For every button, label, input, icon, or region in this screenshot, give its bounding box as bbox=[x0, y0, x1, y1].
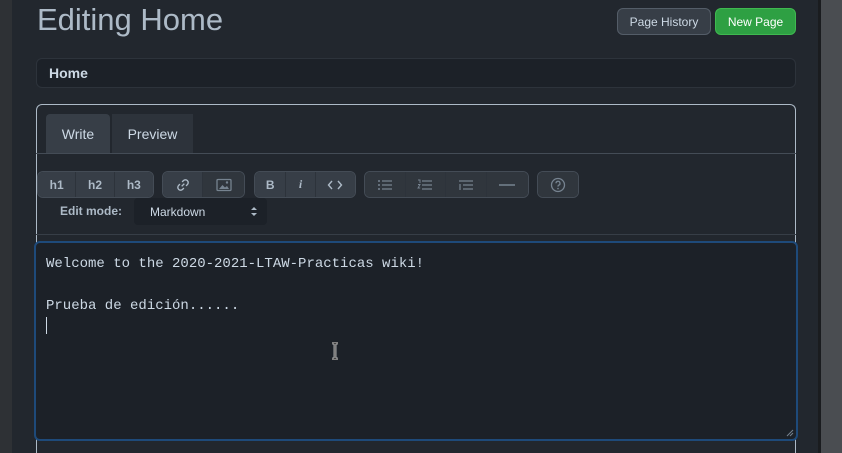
unordered-list-icon bbox=[377, 179, 392, 190]
content-line-current bbox=[46, 317, 786, 338]
select-arrows-icon bbox=[251, 207, 257, 216]
ibeam-cursor-icon bbox=[332, 342, 338, 360]
ordered-list-icon bbox=[417, 179, 433, 190]
task-list-button[interactable] bbox=[446, 172, 487, 197]
italic-button[interactable]: i bbox=[286, 172, 316, 197]
horizontal-rule-icon bbox=[499, 183, 516, 186]
edit-mode-value: Markdown bbox=[150, 204, 206, 219]
tab-preview[interactable]: Preview bbox=[112, 114, 193, 154]
insert-buttons-group bbox=[162, 171, 245, 198]
content-line: Prueba de edición...... bbox=[46, 298, 240, 314]
h3-button[interactable]: h3 bbox=[114, 172, 153, 197]
code-button[interactable] bbox=[315, 172, 355, 197]
image-button[interactable] bbox=[203, 172, 244, 197]
bold-button[interactable]: B bbox=[255, 172, 287, 197]
window-right-edge bbox=[818, 0, 842, 453]
new-page-button[interactable]: New Page bbox=[715, 8, 796, 35]
tab-write[interactable]: Write bbox=[46, 114, 110, 154]
window-left-edge bbox=[0, 0, 12, 453]
window-right-border bbox=[818, 0, 821, 453]
help-icon bbox=[550, 177, 566, 192]
h2-button[interactable]: h2 bbox=[76, 172, 115, 197]
heading-buttons-group: h1 h2 h3 bbox=[37, 171, 154, 198]
link-button[interactable] bbox=[163, 172, 204, 197]
content-line: Welcome to the 2020-2021-LTAW-Practicas … bbox=[46, 256, 425, 272]
edit-mode-label: Edit mode: bbox=[60, 204, 122, 218]
code-icon bbox=[327, 180, 343, 189]
h1-button[interactable]: h1 bbox=[38, 172, 77, 197]
horizontal-rule-button[interactable] bbox=[486, 172, 528, 197]
page-heading: Editing Home bbox=[37, 2, 224, 37]
link-icon bbox=[176, 178, 189, 191]
resize-handle-icon[interactable] bbox=[786, 429, 794, 437]
tab-divider bbox=[36, 153, 796, 154]
ordered-list-button[interactable] bbox=[405, 172, 446, 197]
wiki-content-textarea[interactable]: Welcome to the 2020-2021-LTAW-Practicas … bbox=[34, 241, 798, 441]
unordered-list-button[interactable] bbox=[365, 172, 406, 197]
content-line bbox=[46, 275, 786, 296]
help-buttons-group bbox=[537, 171, 579, 198]
task-list-icon bbox=[458, 179, 473, 190]
format-buttons-group: B i bbox=[254, 171, 356, 198]
edit-mode-select[interactable]: Markdown bbox=[134, 198, 267, 225]
toolbar-divider bbox=[36, 234, 796, 235]
help-button[interactable] bbox=[538, 172, 578, 197]
list-buttons-group bbox=[364, 171, 529, 198]
wiki-edit-panel: Editing Home Page History New Page Home … bbox=[12, 0, 818, 453]
page-title-input[interactable]: Home bbox=[36, 58, 796, 88]
image-icon bbox=[215, 178, 232, 191]
text-caret bbox=[46, 317, 47, 334]
page-history-button[interactable]: Page History bbox=[617, 8, 711, 35]
